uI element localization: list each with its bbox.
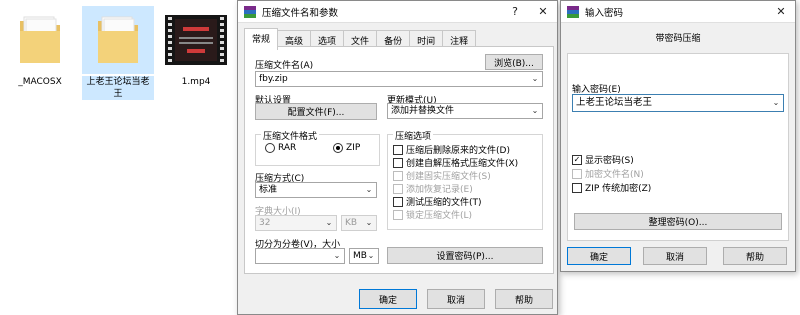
browse-button[interactable]: 浏览(B)... (485, 54, 543, 70)
set-password-button[interactable]: 设置密码(P)... (387, 247, 543, 264)
desktop-file-laowang[interactable]: 上老王论坛当老王 (82, 6, 154, 100)
format-group-title: 压缩文件格式 (261, 129, 320, 142)
profiles-button[interactable]: 配置文件(F)... (255, 103, 377, 120)
option-test[interactable]: 测试压缩的文件(T) (393, 195, 482, 208)
tab-general[interactable]: 常规 (244, 28, 279, 50)
format-zip-label: ZIP (346, 143, 361, 153)
zip-legacy-label: ZIP 传统加密(Z) (585, 184, 652, 194)
radio-selected-icon (333, 143, 343, 153)
chevron-down-icon[interactable]: ⌄ (528, 104, 542, 118)
help-button[interactable]: 帮助 (495, 289, 553, 309)
checkbox-checked-icon: ✓ (572, 154, 582, 165)
zip-legacy-checkbox[interactable]: ZIP 传统加密(Z) (572, 181, 651, 194)
split-unit-select[interactable]: MB ⌄ (349, 248, 379, 264)
winrar-icon (567, 5, 579, 18)
chevron-down-icon[interactable]: ⌄ (364, 249, 378, 263)
chevron-down-icon[interactable]: ⌄ (528, 72, 542, 86)
compress-dialog-titlebar: 压缩文件名和参数 ? ✕ (238, 1, 557, 23)
split-size-field[interactable]: ⌄ (255, 248, 345, 264)
password-help-button[interactable]: 帮助 (723, 247, 787, 265)
password-dialog-title: 输入密码 (585, 7, 624, 19)
option-sfx[interactable]: 创建自解压格式压缩文件(X) (393, 156, 518, 169)
archive-name-value: fby.zip (259, 74, 288, 84)
help-icon[interactable]: ? (501, 1, 529, 23)
password-input[interactable]: 上老王论坛当老王 ⌄ (572, 94, 784, 112)
format-rar-label: RAR (278, 143, 297, 153)
checkbox-icon (393, 170, 403, 181)
password-cancel-button[interactable]: 取消 (643, 247, 707, 265)
archive-name-field[interactable]: fby.zip ⌄ (255, 71, 543, 87)
file-name: _MACOSX (18, 77, 62, 87)
password-ok-button[interactable]: 确定 (567, 247, 631, 265)
encrypt-filenames-checkbox: 加密文件名(N) (572, 167, 644, 180)
options-group-title: 压缩选项 (393, 129, 434, 142)
close-icon[interactable]: ✕ (529, 1, 557, 23)
desktop-file-macosx[interactable]: _MACOSX (4, 6, 76, 88)
dict-unit-select: KB ⌄ (341, 215, 377, 231)
show-password-label: 显示密码(S) (585, 156, 634, 166)
option-delete-after[interactable]: 压缩后删除原来的文件(D) (393, 143, 510, 156)
folder-icon (82, 6, 154, 74)
checkbox-icon (393, 209, 403, 220)
file-name: 上老王论坛当老王 (82, 76, 154, 100)
password-value: 上老王论坛当老王 (576, 97, 653, 108)
option-label: 创建自解压格式压缩文件(X) (406, 159, 519, 169)
checkbox-icon (572, 182, 582, 193)
option-label: 测试压缩的文件(T) (406, 198, 482, 208)
compress-dialog: 压缩文件名和参数 ? ✕ 常规 高级 选项 文件 备份 时间 注释 压缩文件名(… (237, 0, 558, 315)
archive-name-label: 压缩文件名(A) (255, 61, 314, 71)
close-icon[interactable]: ✕ (767, 1, 795, 23)
update-mode-value: 添加并替换文件 (391, 106, 455, 116)
folder-icon (4, 6, 76, 74)
method-value: 标准 (259, 185, 278, 195)
organize-passwords-button[interactable]: 整理密码(O)... (574, 213, 782, 230)
ok-button[interactable]: 确定 (359, 289, 417, 309)
winrar-icon (244, 5, 256, 18)
checkbox-icon (393, 144, 403, 155)
option-recovery: 添加恢复记录(E) (393, 182, 473, 195)
password-panel: 输入密码(E) 上老王论坛当老王 ⌄ ✓ 显示密码(S) 加密文件名(N) ZI… (567, 53, 789, 241)
option-label: 创建固实压缩文件(S) (406, 172, 491, 182)
file-name: 1.mp4 (181, 77, 211, 87)
chevron-down-icon[interactable]: ⌄ (769, 95, 783, 111)
dict-size-value: 32 (259, 218, 271, 228)
dict-size-select: 32 ⌄ (255, 215, 337, 231)
desktop-file-video[interactable]: 1.mp4 (160, 6, 232, 88)
dict-unit-value: KB (345, 218, 358, 228)
checkbox-icon (572, 168, 582, 179)
password-heading: 带密码压缩 (655, 34, 701, 44)
checkbox-icon (393, 183, 403, 194)
compress-dialog-title: 压缩文件名和参数 (262, 7, 339, 19)
password-dialog-titlebar: 输入密码 ✕ (561, 1, 795, 23)
option-label: 锁定压缩文件(L) (406, 211, 473, 221)
show-password-checkbox[interactable]: ✓ 显示密码(S) (572, 153, 634, 166)
option-lock: 锁定压缩文件(L) (393, 208, 472, 221)
option-label: 添加恢复记录(E) (406, 185, 473, 195)
checkbox-icon (393, 196, 403, 207)
option-label: 压缩后删除原来的文件(D) (406, 146, 510, 156)
update-mode-select[interactable]: 添加并替换文件 ⌄ (387, 103, 543, 119)
checkbox-icon (393, 157, 403, 168)
option-solid: 创建固实压缩文件(S) (393, 169, 491, 182)
chevron-down-icon[interactable]: ⌄ (330, 249, 344, 263)
general-tab-panel: 压缩文件名(A) 浏览(B)... fby.zip ⌄ 默认设置 配置文件(F)… (244, 46, 554, 274)
chevron-down-icon: ⌄ (365, 218, 373, 227)
format-zip-radio[interactable]: ZIP (333, 143, 360, 153)
chevron-down-icon: ⌄ (325, 218, 333, 227)
encrypt-filenames-label: 加密文件名(N) (585, 170, 644, 180)
format-rar-radio[interactable]: RAR (265, 143, 296, 153)
method-select[interactable]: 标准 ⌄ (255, 182, 377, 198)
password-dialog: 输入密码 ✕ 带密码压缩 输入密码(E) 上老王论坛当老王 ⌄ ✓ 显示密码(S… (560, 0, 796, 272)
video-thumbnail-icon (160, 6, 232, 74)
cancel-button[interactable]: 取消 (427, 289, 485, 309)
radio-icon (265, 143, 275, 153)
chevron-down-icon[interactable]: ⌄ (362, 183, 376, 197)
